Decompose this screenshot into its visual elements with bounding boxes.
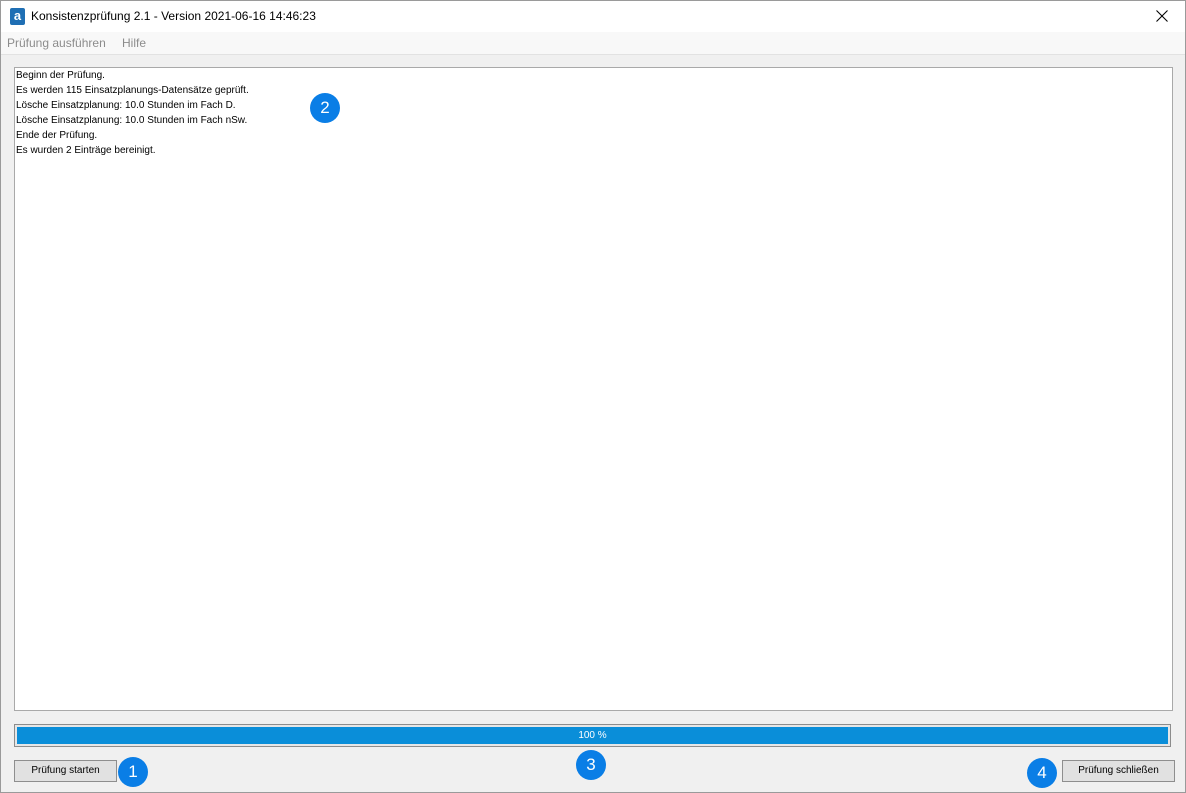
log-line: Lösche Einsatzplanung: 10.0 Stunden im F… [16, 100, 236, 111]
callout-badge-4: 4 [1027, 758, 1057, 788]
close-button[interactable] [1139, 1, 1185, 32]
callout-badge-2: 2 [310, 93, 340, 123]
close-check-button[interactable]: Prüfung schließen [1062, 760, 1175, 782]
main-window: a Konsistenzprüfung 2.1 - Version 2021-0… [0, 0, 1186, 793]
menu-bar: Prüfung ausführen Hilfe [1, 32, 1185, 55]
app-logo-letter: a [13, 8, 22, 23]
log-line: Es wurden 2 Einträge bereinigt. [16, 145, 156, 156]
app-logo-icon: a [10, 8, 25, 25]
progress-bar: 100 % [14, 724, 1171, 747]
callout-badge-1: 1 [118, 757, 148, 787]
log-line: Lösche Einsatzplanung: 10.0 Stunden im F… [16, 115, 248, 126]
title-bar: a Konsistenzprüfung 2.1 - Version 2021-0… [1, 1, 1185, 32]
log-line: Es werden 115 Einsatzplanungs-Datensätze… [16, 85, 249, 96]
progress-label: 100 % [578, 730, 607, 741]
menu-pruefung-ausfuehren[interactable]: Prüfung ausführen [7, 36, 106, 50]
log-output[interactable]: Beginn der Prüfung. Es werden 115 Einsat… [14, 67, 1173, 711]
callout-badge-3: 3 [576, 750, 606, 780]
close-icon [1156, 10, 1168, 22]
log-line: Ende der Prüfung. [16, 130, 98, 141]
start-check-button[interactable]: Prüfung starten [14, 760, 117, 782]
menu-hilfe[interactable]: Hilfe [122, 36, 146, 50]
window-title: Konsistenzprüfung 2.1 - Version 2021-06-… [31, 9, 316, 23]
log-line: Beginn der Prüfung. [16, 70, 105, 81]
